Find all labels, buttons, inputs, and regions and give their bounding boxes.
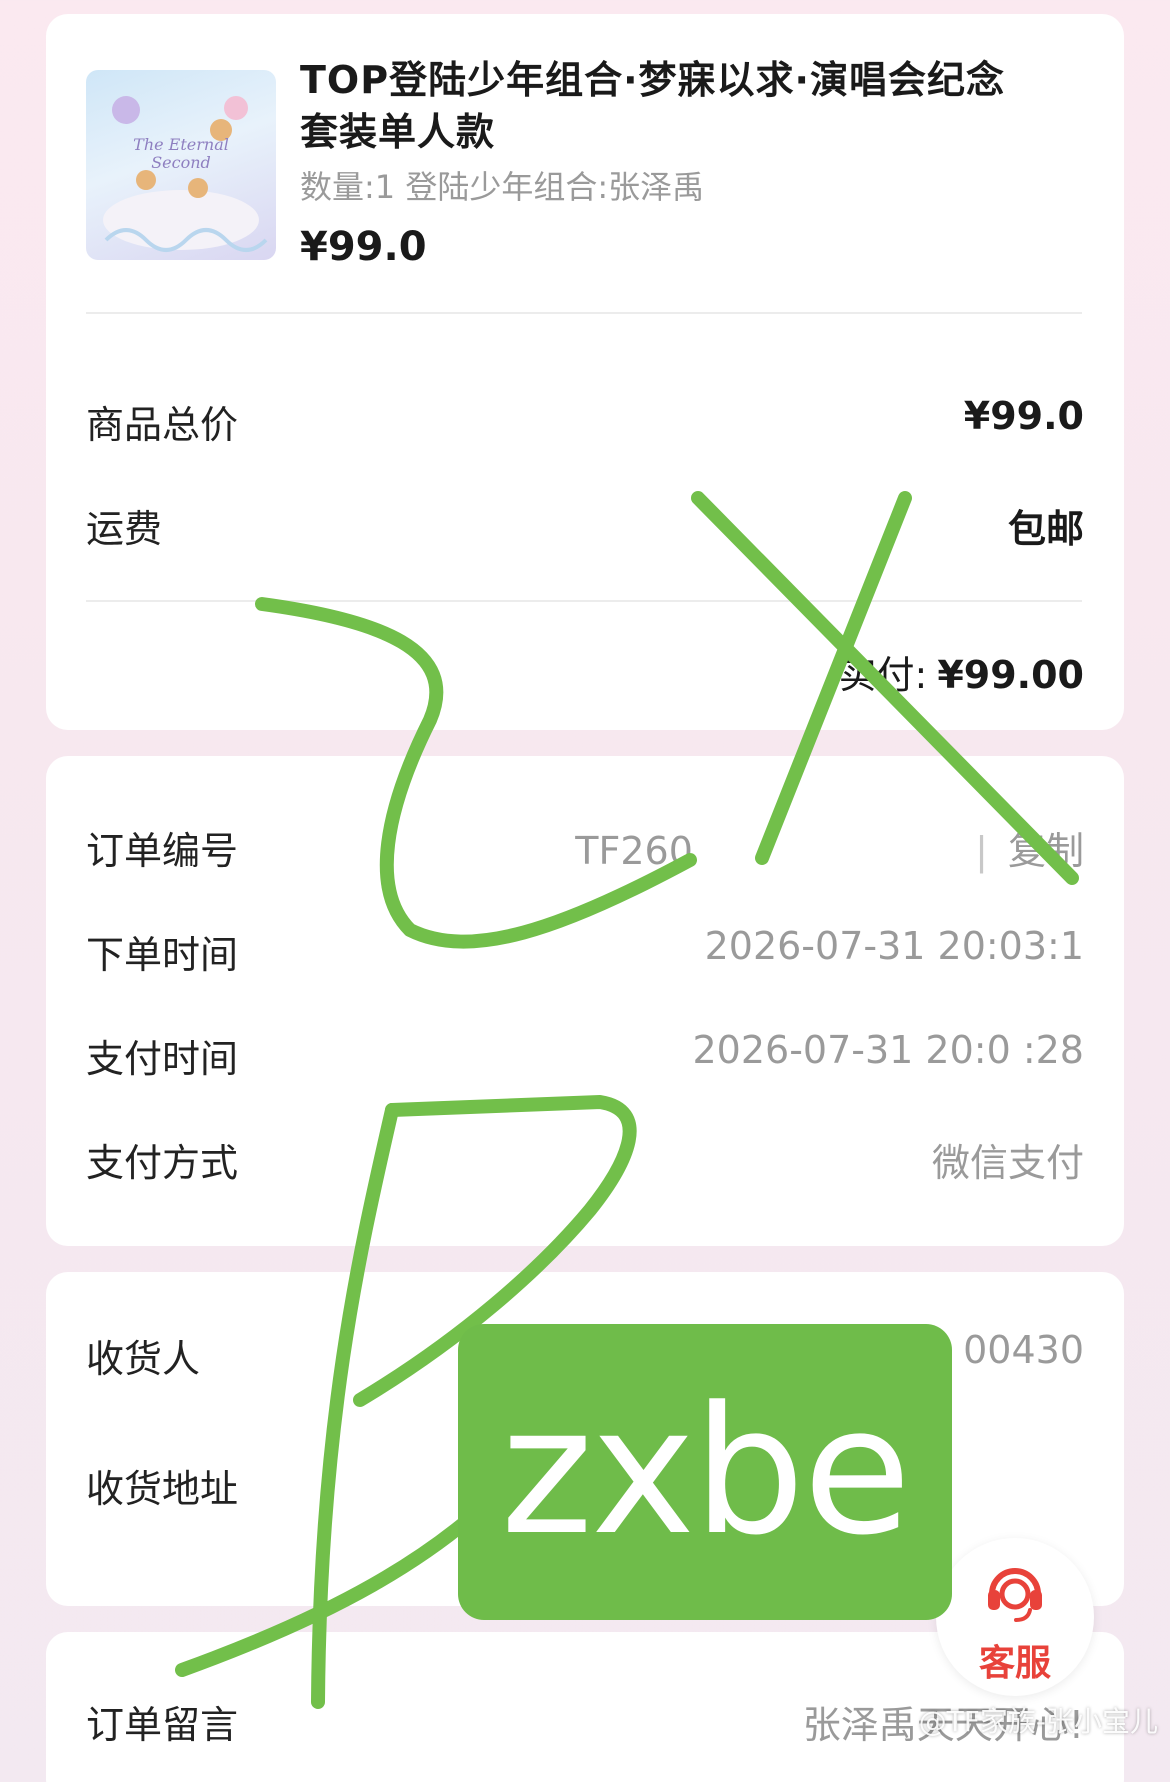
paid-total: 实付: ¥99.00 (839, 644, 1084, 699)
note-label: 订单留言 (86, 1703, 239, 1747)
product-price: ¥99.0 (300, 224, 427, 270)
receiver-label: 收货人 (86, 1337, 201, 1381)
product-cover-illustration: The Eternal Second (103, 96, 268, 252)
cover-title-text: The Eternal (133, 135, 229, 154)
product-spec: 数量:1 登陆少年组合:张泽禹 (300, 168, 705, 206)
subtotal-value: ¥99.0 (963, 394, 1084, 438)
order-number-label: 订单编号 (86, 829, 239, 873)
created-time-value: 2026-07-31 20:03:1 (704, 924, 1084, 968)
paid-time-label: 支付时间 (86, 1037, 239, 1081)
svg-text:Second: Second (151, 153, 211, 172)
paid-label: 实付: (838, 653, 928, 697)
paid-value: ¥99.00 (937, 653, 1084, 697)
copy-button[interactable]: 复制 (1008, 829, 1084, 873)
separator: | (975, 829, 988, 873)
shipping-label: 运费 (86, 507, 163, 551)
payment-method-value: 微信支付 (931, 1141, 1084, 1185)
headset-icon (988, 1568, 1042, 1622)
shipping-value: 包邮 (1007, 507, 1084, 551)
divider (86, 312, 1082, 314)
sticker-text: zxbe (500, 1369, 912, 1574)
order-number-row: TF260 | 复制 (575, 820, 1084, 875)
payment-method-label: 支付方式 (86, 1141, 239, 1185)
divider (86, 600, 1082, 602)
address-label: 收货地址 (86, 1467, 239, 1511)
customer-service-label: 客服 (978, 1643, 1051, 1684)
watermark-text: @TF家族-张小宝儿 (918, 1705, 1158, 1738)
order-info-card: 订单编号 TF260 | 复制 下单时间 2026-07-31 20:03:1 … (46, 756, 1124, 1246)
created-time-label: 下单时间 (86, 933, 239, 977)
paid-time-value: 2026-07-31 20:0 :28 (692, 1028, 1085, 1072)
subtotal-label: 商品总价 (86, 403, 239, 447)
product-card: The Eternal Second TOP登陆少年组合·梦寐以求·演唱会纪念套… (46, 14, 1124, 730)
order-number-value: TF260 (575, 829, 693, 873)
product-title[interactable]: TOP登陆少年组合·梦寐以求·演唱会纪念套装单人款 (300, 54, 1040, 158)
receiver-value: 00430 (963, 1328, 1084, 1372)
product-thumbnail[interactable]: The Eternal Second (86, 70, 276, 260)
zxbe-sticker: zxbe (458, 1324, 952, 1620)
customer-service-button[interactable]: 客服 (936, 1538, 1094, 1696)
